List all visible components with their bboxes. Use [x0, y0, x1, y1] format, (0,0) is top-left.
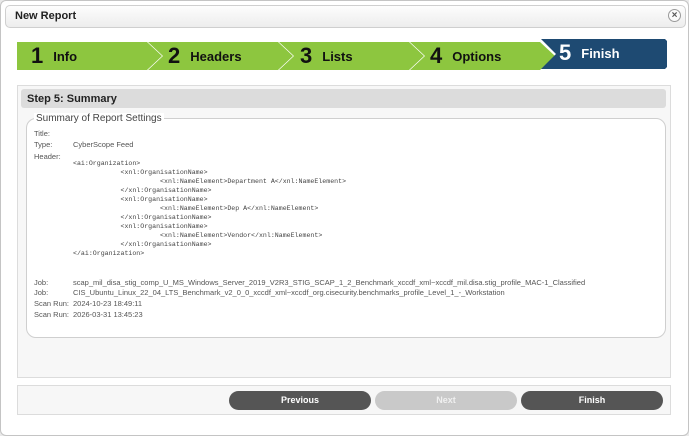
close-icon[interactable]: ×: [668, 9, 681, 22]
previous-button[interactable]: Previous: [229, 391, 371, 410]
job-value-2: CIS_Ubuntu_Linux_22_04_LTS_Benchmark_v2_…: [73, 288, 505, 297]
dialog-title: New Report: [15, 10, 77, 22]
step-2-label: Headers: [190, 48, 242, 64]
header-xml: <ai:Organization> <xnl:OrganisationName>…: [73, 160, 347, 257]
step-headers[interactable]: 2 Headers: [168, 42, 242, 70]
step-lists[interactable]: 3 Lists: [300, 42, 353, 70]
finish-button[interactable]: Finish: [521, 391, 663, 410]
wizard-steps: 1 Info 2 Headers 3 Lists 4 Options 5 Fin…: [17, 39, 667, 70]
scan-run-value-1: 2024-10-23 18:49:11: [73, 299, 143, 308]
scan-run-label-2: Scan Run:: [34, 310, 70, 319]
summary-fieldset: Summary of Report Settings Title: Type: …: [26, 113, 666, 338]
step-4-number: 4: [430, 43, 443, 68]
panel-header: Step 5: Summary: [21, 89, 666, 108]
step-4-label: Options: [452, 48, 502, 64]
step-1-label: Info: [53, 48, 78, 64]
type-value: CyberScope Feed: [73, 140, 134, 149]
next-button[interactable]: Next: [375, 391, 517, 410]
button-bar: Previous Next Finish: [17, 385, 671, 415]
step-3-label: Lists: [322, 48, 353, 64]
header-label: Header:: [34, 152, 61, 161]
job-value-1: scap_mil_disa_stig_comp_U_MS_Windows_Ser…: [73, 278, 586, 287]
job-label-2: Job:: [34, 288, 49, 297]
step-2-number: 2: [168, 43, 181, 68]
scan-run-label-1: Scan Run:: [34, 299, 70, 308]
step-1-number: 1: [31, 43, 44, 68]
summary-panel: Step 5: Summary Summary of Report Settin…: [17, 85, 671, 378]
step-info[interactable]: 1 Info: [31, 42, 77, 70]
type-label: Type:: [34, 140, 53, 149]
panel-title: Step 5: Summary: [27, 93, 117, 105]
step-5-label: Finish: [581, 45, 620, 61]
step-5-number: 5: [559, 40, 572, 65]
scan-run-value-2: 2026-03-31 13:45:23: [73, 310, 143, 319]
new-report-dialog: New Report × 1 Info 2 Headers 3 Lists 4 …: [0, 0, 689, 436]
job-label-1: Job:: [34, 278, 49, 287]
step-options[interactable]: 4 Options: [430, 42, 501, 70]
title-label: Title:: [34, 129, 50, 138]
step-3-number: 3: [300, 43, 313, 68]
summary-legend: Summary of Report Settings: [34, 113, 164, 124]
title-bar: New Report ×: [5, 5, 686, 28]
step-finish[interactable]: 5 Finish: [559, 39, 620, 67]
